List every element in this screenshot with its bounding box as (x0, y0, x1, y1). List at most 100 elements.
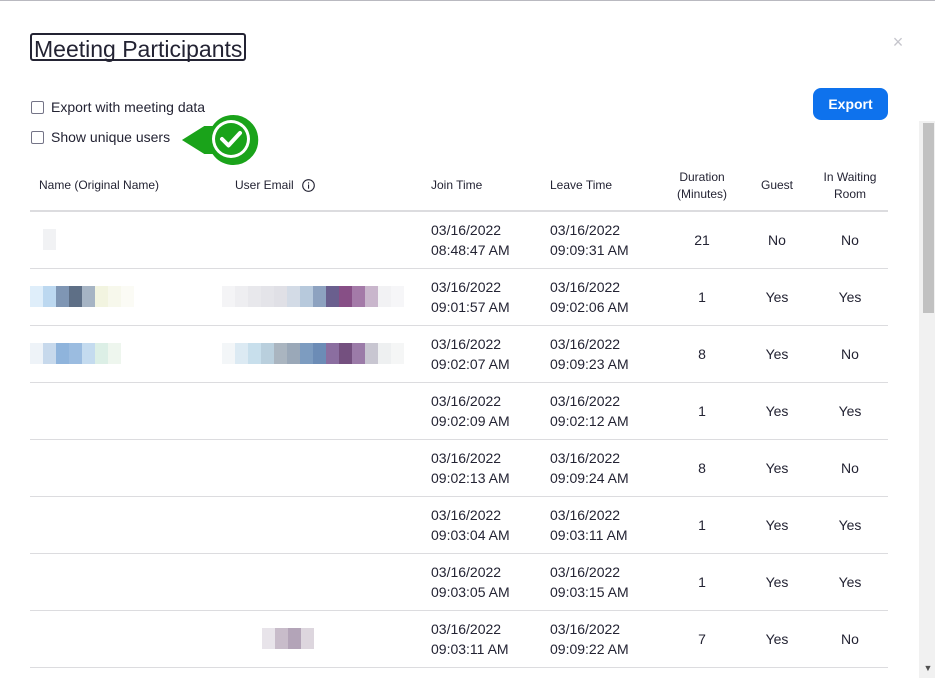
guest-cell: Yes (745, 269, 809, 325)
duration-cell: 1 (662, 269, 742, 325)
waiting-room-cell: Yes (812, 383, 888, 439)
dialog-title: Meeting Participants (30, 33, 247, 62)
join-time-cell: 03/16/2022 09:03:11 AM (431, 611, 541, 667)
redacted-name-image (30, 286, 134, 307)
waiting-room-value: Yes (838, 403, 862, 419)
header-name: Name (Original Name) (39, 178, 160, 192)
duration-cell: 1 (662, 554, 742, 610)
waiting-room-cell: Yes (812, 269, 888, 325)
show-unique-users-label[interactable]: Show unique users (51, 128, 170, 146)
scrollbar-thumb[interactable] (923, 123, 934, 313)
duration-cell: 21 (662, 212, 742, 268)
duration-cell: 8 (662, 440, 742, 496)
info-icon[interactable] (301, 179, 315, 192)
checkmark-callout-icon (178, 113, 261, 167)
table-row: 03/16/2022 09:02:13 AM 03/16/2022 09:09:24 … (30, 440, 888, 497)
participants-table: Name (Original Name) User Email Join Tim… (30, 161, 888, 678)
table-row: 03/16/2022 09:03:04 AM 03/16/2022 09:03:11 … (30, 497, 888, 554)
leave-time-cell: 03/16/2022 09:09:23 AM (550, 326, 660, 382)
guest-value: Yes (765, 631, 789, 647)
redacted-email-image (222, 343, 404, 364)
redacted-email-image (262, 628, 314, 649)
header-leave-time: Leave Time (550, 178, 613, 192)
leave-time-cell: 03/16/2022 09:09:22 AM (550, 611, 660, 667)
waiting-room-cell: No (812, 326, 888, 382)
join-time-cell: 03/16/2022 08:48:47 AM (431, 212, 541, 268)
table-row: 03/16/2022 09:03:05 AM 03/16/2022 09:03:15 … (30, 554, 888, 611)
leave-time: 09:09:31 AM (550, 242, 629, 258)
guest-cell: Yes (745, 554, 809, 610)
leave-time: 09:09:23 AM (550, 356, 629, 372)
header-join-time: Join Time (431, 178, 483, 192)
waiting-room-cell: Yes (812, 497, 888, 553)
join-time-cell: 03/16/2022 09:02:09 AM (431, 383, 541, 439)
meeting-participants-dialog: Meeting Participants × Export with meeti… (0, 0, 935, 678)
duration-value: 1 (698, 403, 706, 419)
join-time: 09:02:13 AM (431, 470, 510, 486)
guest-cell: Yes (745, 611, 809, 667)
leave-time: 09:09:24 AM (550, 470, 629, 486)
duration-cell: 8 (662, 326, 742, 382)
leave-time-cell: 03/16/2022 09:03:11 AM (550, 497, 660, 553)
table-row: 03/16/2022 09:01:57 AM 03/16/2022 09:02:06 … (30, 269, 888, 326)
show-unique-users-checkbox[interactable] (31, 130, 44, 144)
duration-cell: 7 (662, 611, 742, 667)
waiting-room-cell: No (812, 440, 888, 496)
guest-value: No (768, 232, 786, 248)
show-unique-users-option[interactable]: Show unique users (31, 128, 170, 146)
leave-time: 09:02:12 AM (550, 413, 629, 429)
leave-date: 03/16/2022 (550, 336, 621, 352)
join-time: 09:03:11 AM (431, 641, 509, 657)
leave-date: 03/16/2022 (550, 393, 621, 409)
leave-time-cell: 03/16/2022 09:09:24 AM (550, 440, 660, 496)
redacted-name-image (30, 229, 56, 250)
export-with-meeting-data-checkbox[interactable] (31, 100, 44, 114)
leave-time: 09:02:06 AM (550, 299, 629, 315)
header-email-label: User Email (235, 178, 294, 192)
guest-value: Yes (765, 460, 789, 476)
waiting-room-cell: Yes (812, 554, 888, 610)
duration-cell: 1 (662, 497, 742, 553)
leave-time: 09:03:11 AM (550, 527, 628, 543)
join-date: 03/16/2022 (431, 507, 502, 523)
join-time-cell: 03/16/2022 09:03:04 AM (431, 497, 541, 553)
duration-value: 8 (698, 460, 706, 476)
export-button[interactable]: Export (813, 88, 888, 120)
join-date: 03/16/2022 (431, 564, 502, 580)
scroll-down-arrow-icon[interactable]: ▼ (923, 664, 933, 673)
guest-cell: No (745, 212, 809, 268)
redacted-email-image (222, 286, 404, 307)
waiting-room-value: Yes (838, 517, 862, 533)
header-waiting-room: In Waiting Room (812, 161, 888, 210)
guest-cell: Yes (745, 383, 809, 439)
join-date: 03/16/2022 (431, 621, 502, 637)
table-row: 03/16/2022 09:02:09 AM 03/16/2022 09:02:12 … (30, 383, 888, 440)
guest-value: Yes (765, 346, 789, 362)
join-time-cell: 03/16/2022 09:02:07 AM (431, 326, 541, 382)
duration-value: 8 (698, 346, 706, 362)
join-time-cell: 03/16/2022 09:02:13 AM (431, 440, 541, 496)
waiting-room-value: No (841, 232, 859, 248)
waiting-room-value: No (841, 346, 859, 362)
leave-time-cell: 03/16/2022 09:09:31 AM (550, 212, 660, 268)
join-time: 09:02:09 AM (431, 413, 510, 429)
leave-date: 03/16/2022 (550, 450, 621, 466)
table-row: 03/16/2022 09:02:07 AM 03/16/2022 09:09:23 … (30, 326, 888, 383)
table-row: 03/16/2022 08:48:47 AM 03/16/2022 09:09:31 … (30, 212, 888, 269)
guest-value: Yes (765, 403, 789, 419)
join-time: 09:03:04 AM (431, 527, 510, 543)
join-date: 03/16/2022 (431, 393, 502, 409)
table-row: 03/16/2022 09:03:11 AM 03/16/2022 09:09:22 … (30, 611, 888, 668)
duration-value: 1 (698, 289, 706, 305)
waiting-room-value: Yes (838, 289, 862, 305)
duration-value: 7 (698, 631, 706, 647)
leave-time-cell: 03/16/2022 09:02:12 AM (550, 383, 660, 439)
leave-date: 03/16/2022 (550, 279, 621, 295)
leave-date: 03/16/2022 (550, 564, 621, 580)
close-icon[interactable]: × (890, 33, 906, 51)
leave-date: 03/16/2022 (550, 507, 621, 523)
guest-cell: Yes (745, 440, 809, 496)
join-date: 03/16/2022 (431, 222, 502, 238)
duration-value: 1 (698, 517, 706, 533)
duration-cell: 1 (662, 383, 742, 439)
